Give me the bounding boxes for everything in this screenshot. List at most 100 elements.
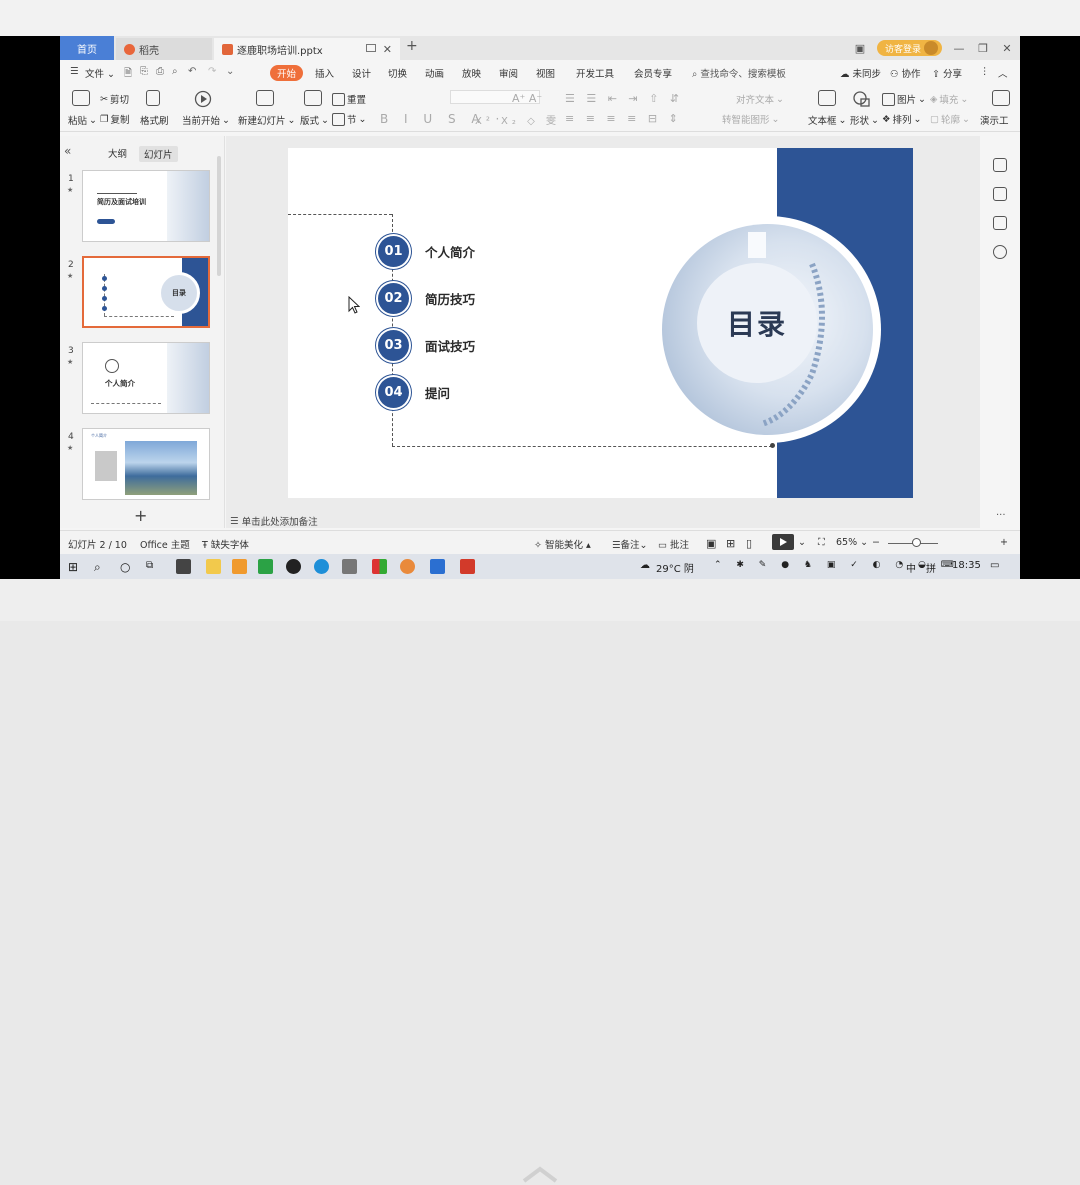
section-button[interactable]: 节 ⌄ — [332, 112, 366, 126]
menu-file[interactable]: 文件 ⌄ — [85, 66, 115, 80]
shape-icon[interactable] — [852, 90, 872, 108]
monitor-icon[interactable] — [366, 44, 376, 52]
menu-design[interactable]: 设计 — [352, 66, 371, 80]
tab-slides[interactable]: 幻灯片 — [139, 146, 178, 162]
sync-status[interactable]: ☁ 未同步 — [840, 66, 881, 80]
close-tab-icon[interactable]: ✕ — [383, 43, 392, 56]
print-icon[interactable]: ⎙ — [156, 66, 164, 77]
pin-icon[interactable] — [993, 187, 1007, 201]
quick-dropdown-icon[interactable]: ⌄ — [226, 66, 234, 77]
zoom-out-button[interactable]: − — [872, 537, 880, 548]
copy-button[interactable]: ❐ 复制 — [100, 112, 130, 127]
app5-icon[interactable] — [430, 559, 445, 574]
tab-document[interactable]: 逐鹿职场培训.pptx ✕ — [214, 38, 400, 60]
reading-view-icon[interactable]: ▯ — [746, 537, 752, 550]
menu-insert[interactable]: 插入 — [315, 66, 334, 80]
paragraph-align-buttons[interactable]: ≡ ≡ ≡ ≡ ⊟ ⇕ — [565, 112, 682, 125]
save-icon[interactable]: 🗎 — [124, 66, 132, 83]
menu-slideshow[interactable]: 放映 — [462, 66, 481, 80]
menu-animation[interactable]: 动画 — [425, 66, 444, 80]
layout-button[interactable]: 版式 ⌄ — [300, 113, 329, 128]
theme-name[interactable]: Office 主题 — [140, 537, 190, 551]
fit-window-icon[interactable]: ⛶ — [818, 537, 825, 548]
edge-icon[interactable] — [314, 559, 329, 574]
tab-home[interactable]: 首页 — [60, 36, 114, 60]
zoom-level[interactable]: 65% ⌄ — [836, 537, 868, 548]
play-circle-icon[interactable] — [194, 90, 212, 108]
play-slideshow-button[interactable] — [772, 534, 794, 550]
app4-icon[interactable] — [400, 559, 415, 574]
missing-font-button[interactable]: Ŧ 缺失字体 — [202, 537, 249, 551]
undo-quick-icon[interactable]: ⎘ — [140, 66, 148, 77]
menu-view[interactable]: 视图 — [536, 66, 555, 80]
textbox-button[interactable]: 文本框 ⌄ — [808, 113, 846, 128]
clock[interactable]: 18:35 — [952, 560, 981, 571]
settings-sliders-icon[interactable] — [993, 158, 1007, 172]
cortana-icon[interactable]: ○ — [120, 560, 130, 574]
collab-button[interactable]: ⚇ 协作 — [890, 66, 921, 80]
share-button[interactable]: ⇪ 分享 — [932, 66, 962, 80]
new-tab-button[interactable]: + — [406, 38, 418, 54]
toc-item[interactable]: 03 面试技巧 — [378, 330, 475, 361]
collapse-pane-icon[interactable]: « — [64, 144, 71, 158]
notification-icon[interactable]: ▭ — [990, 560, 999, 571]
normal-view-icon[interactable]: ▣ — [706, 537, 716, 550]
fill-button[interactable]: ◈ 填充 ⌄ — [930, 92, 968, 107]
textbox-icon[interactable] — [818, 90, 836, 106]
toc-item[interactable]: 04 提问 — [378, 377, 450, 408]
menu-start[interactable]: 开始 — [270, 65, 304, 81]
menu-review[interactable]: 审阅 — [499, 66, 518, 80]
ime-mode[interactable]: 拼 — [926, 560, 936, 575]
comments-button[interactable]: ▭ 批注 — [658, 537, 689, 551]
ime-indicator[interactable]: 中 — [906, 560, 916, 575]
sorter-view-icon[interactable]: ⊞ — [726, 537, 735, 550]
redo-icon[interactable]: ↷ — [208, 66, 216, 77]
app-icon[interactable] — [232, 559, 247, 574]
slide-thumbnail-4[interactable]: 个人简介 — [82, 428, 210, 500]
layout-icon-ribbon[interactable] — [304, 90, 322, 106]
paste-icon[interactable] — [72, 90, 90, 106]
menu-developer[interactable]: 开发工具 — [576, 66, 614, 80]
font-effect-buttons[interactable]: X² X₂ ◇ 雯 — [475, 112, 560, 127]
more-dots-icon[interactable]: ··· — [996, 510, 1006, 521]
hamburger-icon[interactable]: ☰ — [70, 66, 79, 77]
app2-icon[interactable] — [342, 559, 357, 574]
cut-button[interactable]: ✂ 剪切 — [100, 92, 129, 107]
command-search[interactable]: ⌕ 查找命令、搜索模板 — [692, 66, 786, 80]
toc-item[interactable]: 01 个人简介 — [378, 236, 475, 267]
slide-thumbnail-2[interactable]: 目录 — [82, 256, 210, 328]
guest-login-button[interactable]: 访客登录 — [876, 40, 942, 56]
wps-icon[interactable] — [460, 559, 475, 574]
presenter-icon[interactable] — [992, 90, 1010, 106]
add-slide-button[interactable]: + — [134, 506, 147, 525]
more-icon[interactable]: ⋮ — [980, 66, 990, 77]
presenter-button[interactable]: 演示工 — [980, 113, 1009, 127]
reset-button[interactable]: 重置 — [332, 92, 366, 106]
help-icon[interactable] — [993, 245, 1007, 259]
close-window-button[interactable]: ✕ — [1000, 42, 1014, 55]
zoom-slider-thumb[interactable] — [912, 538, 921, 547]
thumbnail-scrollbar[interactable] — [217, 156, 221, 276]
smartart-button[interactable]: 转智能图形 ⌄ — [722, 112, 779, 127]
toc-item[interactable]: 02 简历技巧 — [378, 283, 475, 314]
qq-icon[interactable] — [286, 559, 301, 574]
format-painter-icon[interactable] — [146, 90, 160, 106]
menu-member[interactable]: 会员专享 — [634, 66, 672, 80]
align-text-button[interactable]: 对齐文本 ⌄ — [736, 92, 784, 107]
restore-button[interactable]: ❐ — [976, 42, 990, 55]
wechat-icon[interactable] — [258, 559, 273, 574]
slide-thumbnail-3[interactable]: 个人简介 — [82, 342, 210, 414]
slide-thumbnail-1[interactable]: 简历及面试培训 — [82, 170, 210, 242]
new-slide-button[interactable]: 新建幻灯片 ⌄ — [238, 113, 295, 128]
app3-icon[interactable] — [372, 559, 387, 574]
explorer-icon[interactable] — [206, 559, 221, 574]
font-size-increase-icon[interactable]: A⁺ A⁻ — [512, 92, 542, 105]
copy-pages-icon[interactable] — [993, 216, 1007, 230]
from-current-button[interactable]: 当前开始 ⌄ — [182, 113, 230, 128]
notes-area[interactable]: ☰ 单击此处添加备注 — [226, 512, 980, 530]
new-slide-icon[interactable] — [256, 90, 274, 106]
store-icon[interactable] — [176, 559, 191, 574]
current-slide[interactable]: 目录 01 个人简介 02 简历技巧 03 面试技巧 04 提问 — [288, 148, 913, 498]
picture-button[interactable]: 图片 ⌄ — [882, 92, 926, 106]
task-view-icon[interactable]: ⧉ — [146, 560, 153, 571]
